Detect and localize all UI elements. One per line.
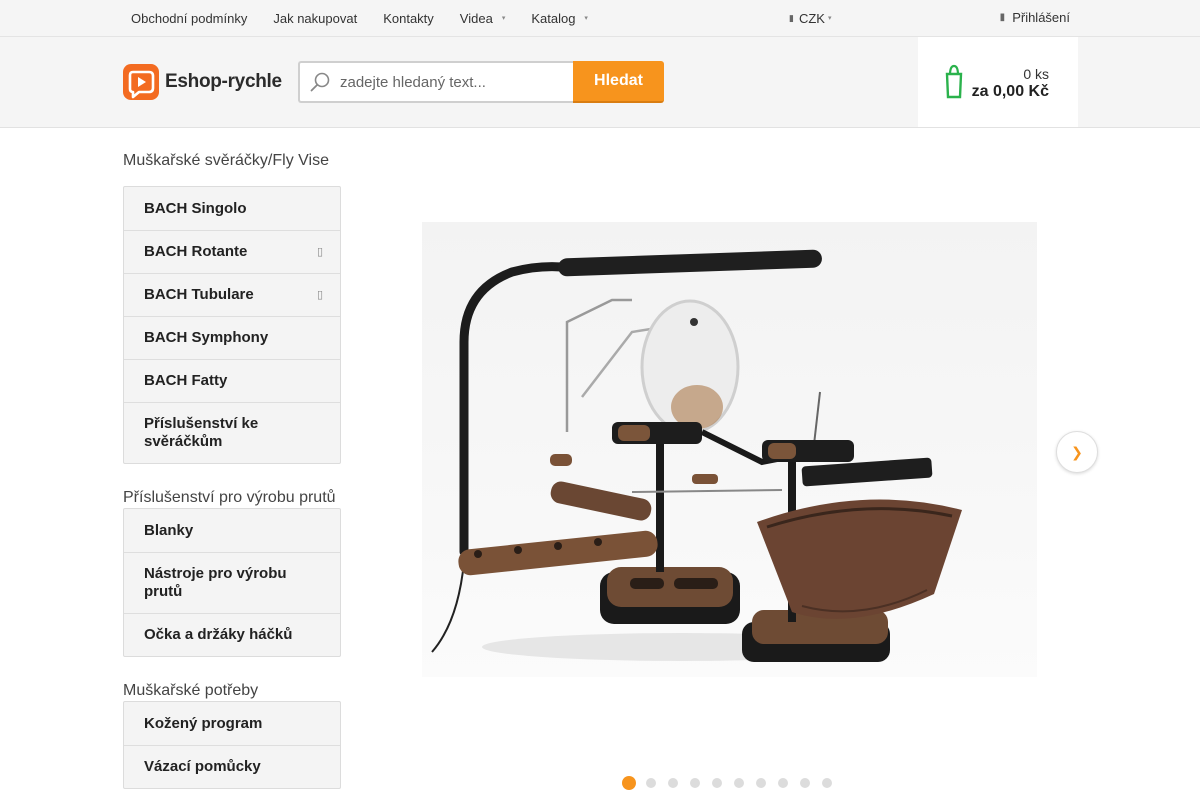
slider-dot[interactable] [712, 778, 722, 788]
sidebar-menu-item-label: Kožený program [144, 714, 263, 732]
logo-text: Eshop-rychle [165, 71, 282, 92]
slider-image[interactable] [422, 222, 1037, 677]
top-nav-link[interactable]: Videa ▾ [447, 0, 519, 36]
top-nav-link-label: Katalog [531, 10, 576, 26]
sidebar-menu-item-label: BACH Fatty [144, 372, 228, 389]
sidebar-menu-item[interactable]: BACH Fatty [124, 359, 340, 402]
search-box [298, 61, 573, 103]
header: Eshop-rychle Hledat 0 ks za 0,00 Kč [0, 37, 1200, 128]
sidebar-menu-item[interactable]: Příslušenství ke svěráčkům [124, 402, 340, 463]
sidebar-menu-item-label: BACH Tubulare [144, 286, 254, 303]
cart-total: za 0,00 Kč [971, 83, 1049, 100]
sidebar-menu-item[interactable]: Kožený program [124, 702, 340, 745]
sidebar-menu-item-label: Očka a držáky háčků [144, 626, 293, 643]
top-nav-link[interactable]: Jak nakupovat [260, 0, 370, 36]
slider-next-button[interactable]: ❯ [1056, 431, 1098, 473]
sidebar-menu-item[interactable]: BACH Rotante ▯ [124, 230, 340, 273]
slider-dot[interactable] [778, 778, 788, 788]
slider-dot[interactable] [690, 778, 700, 788]
login-label: Přihlášení [1012, 9, 1070, 25]
category-menu: BACH Singolo BACH Rotante ▯ BACH Tubulare ▯ B… [123, 186, 341, 464]
category-menu: Kožený program Vázací pomůcky [123, 701, 341, 789]
category-sidebar: Muškařské svěráčky/Fly Vise BACH Singolo B… [123, 128, 341, 789]
logo-mark-icon [123, 64, 159, 100]
slider-dot[interactable] [646, 778, 656, 788]
chevron-right-icon: ❯ [1071, 443, 1083, 460]
category-title: Muškařské potřeby [123, 682, 259, 699]
submenu-arrow-icon: ▯ [316, 289, 323, 301]
sidebar-menu-item-label: Nástroje pro výrobu prutů [144, 565, 287, 600]
sidebar-menu-item-label: BACH Rotante [144, 243, 248, 260]
sidebar-menu-item[interactable]: Nástroje pro výrobu prutů [124, 552, 340, 613]
top-nav-link-label: Jak nakupovat [273, 10, 358, 26]
search-button[interactable]: Hledat [573, 61, 664, 103]
user-icon: ▮ [999, 11, 1006, 23]
fly-tying-vise-illustration [431, 249, 962, 662]
currency-selector[interactable]: ▮ CZK ▾ [789, 0, 831, 36]
sidebar-menu-item[interactable]: BACH Symphony [124, 316, 340, 359]
top-nav-link-label: Kontakty [383, 10, 434, 26]
top-bar: Obchodní podmínky Jak nakupovat Kontakty Vi… [0, 0, 1200, 37]
sidebar-menu-item-label: BACH Symphony [144, 329, 269, 346]
sidebar-menu-item[interactable]: BACH Tubulare ▯ [124, 273, 340, 316]
cart-bag-icon [945, 64, 963, 99]
slider-dot[interactable] [822, 778, 832, 788]
sidebar-menu-item[interactable]: Blanky [124, 509, 340, 552]
submenu-arrow-icon: ▯ [316, 246, 323, 258]
logo[interactable]: Eshop-rychle [123, 64, 282, 100]
top-nav-link[interactable]: Katalog ▾ [518, 0, 601, 36]
slider-pagination [622, 776, 844, 790]
cart-count: 0 ks [1023, 66, 1049, 82]
category-menu: Blanky Nástroje pro výrobu prutů Očka a dr… [123, 508, 341, 657]
sidebar-menu-item[interactable]: Vázací pomůcky [124, 745, 340, 788]
chevron-down-icon: ▾ [501, 15, 506, 22]
top-nav-link[interactable]: Obchodní podmínky [118, 0, 260, 36]
sidebar-menu-item-label: Vázací pomůcky [144, 758, 261, 775]
login-link[interactable]: ▮ Přihlášení [1000, 0, 1070, 34]
cart[interactable]: 0 ks za 0,00 Kč [918, 37, 1078, 127]
slider-dot[interactable] [756, 778, 766, 788]
sidebar-menu-item-label: Blanky [144, 521, 194, 539]
top-nav-link-label: Obchodní podmínky [131, 10, 248, 26]
slider-dot[interactable] [668, 778, 678, 788]
sidebar-menu-item-label: BACH Singolo [144, 199, 247, 217]
top-nav-link[interactable]: Kontakty [370, 0, 447, 36]
sidebar-menu-item[interactable]: Očka a držáky háčků [124, 613, 340, 656]
search-icon [300, 71, 340, 93]
top-nav-link-label: Videa [459, 10, 493, 26]
money-icon: ▮ [789, 12, 794, 23]
chevron-down-icon: ▾ [584, 15, 588, 22]
top-navigation: Obchodní podmínky Jak nakupovat Kontakty Vi… [118, 0, 601, 36]
chevron-down-icon: ▾ [827, 15, 832, 22]
category-title: Muškařské svěráčky/Fly Vise [123, 152, 329, 169]
category-title: Příslušenství pro výrobu prutů [123, 489, 336, 506]
slider-dot[interactable] [734, 778, 744, 788]
slider-dot[interactable] [800, 778, 810, 788]
sidebar-menu-item-label: Příslušenství ke svěráčkům [144, 415, 259, 450]
sidebar-menu-item[interactable]: BACH Singolo [124, 187, 340, 230]
slider-dot[interactable] [622, 776, 636, 790]
search-input[interactable] [340, 73, 560, 91]
currency-label: CZK [798, 10, 825, 26]
search-form: Hledat [298, 61, 664, 103]
